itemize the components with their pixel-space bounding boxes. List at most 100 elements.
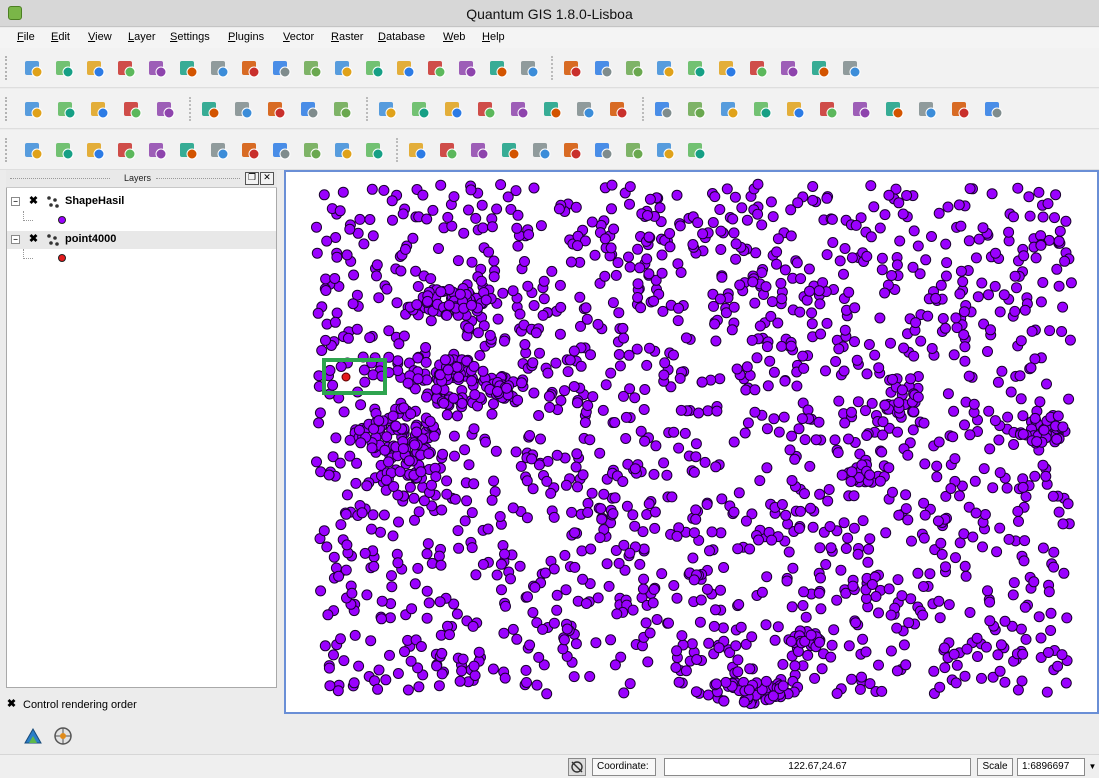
map-point[interactable]: [863, 543, 875, 555]
database-icon[interactable]: [561, 57, 583, 79]
map-point[interactable]: [693, 407, 705, 419]
map-point[interactable]: [933, 595, 945, 607]
map-point[interactable]: [915, 335, 927, 347]
map-point[interactable]: [469, 670, 481, 681]
map-point[interactable]: [613, 557, 625, 569]
new-shapefile-icon[interactable]: [425, 57, 447, 79]
map-point[interactable]: [994, 306, 1006, 318]
map-point[interactable]: [528, 300, 540, 311]
map-point[interactable]: [734, 279, 746, 291]
map-point[interactable]: [557, 643, 569, 655]
map-point[interactable]: [1035, 632, 1047, 644]
map-point[interactable]: [885, 645, 897, 657]
map-tips-icon[interactable]: [592, 139, 614, 161]
map-point[interactable]: [507, 502, 519, 514]
gps-icon[interactable]: [121, 98, 143, 120]
add-wms-layer-icon[interactable]: [363, 57, 385, 79]
map-point[interactable]: [510, 446, 522, 458]
map-point[interactable]: [587, 391, 599, 403]
map-point[interactable]: [1053, 235, 1065, 247]
map-point[interactable]: [349, 629, 361, 641]
map-point[interactable]: [606, 203, 617, 215]
map-point[interactable]: [613, 349, 625, 360]
map-point[interactable]: [825, 651, 837, 663]
map-point[interactable]: [984, 443, 996, 455]
map-point[interactable]: [740, 515, 752, 527]
add-raster-layer-icon[interactable]: [239, 57, 261, 79]
map-point[interactable]: [361, 480, 373, 492]
map-point[interactable]: [648, 468, 660, 480]
map-point[interactable]: [874, 475, 886, 487]
menu-vector[interactable]: Vector: [283, 31, 314, 43]
map-point[interactable]: [706, 526, 718, 538]
map-point[interactable]: [883, 189, 895, 201]
map-point[interactable]: [746, 631, 758, 643]
map-point[interactable]: [1026, 325, 1038, 337]
map-point[interactable]: [522, 280, 534, 292]
map-point[interactable]: [341, 539, 353, 551]
map-point[interactable]: [934, 612, 946, 624]
map-point[interactable]: [629, 463, 641, 475]
map-point[interactable]: [456, 397, 468, 409]
map-point[interactable]: [749, 406, 761, 418]
map-point[interactable]: [701, 499, 713, 510]
map-point[interactable]: [387, 410, 399, 422]
map-point[interactable]: [945, 483, 957, 494]
map-point[interactable]: [814, 488, 826, 500]
map-point[interactable]: [823, 484, 835, 495]
map-point[interactable]: [877, 429, 889, 441]
map-point[interactable]: [393, 338, 405, 350]
map-point[interactable]: [887, 373, 898, 385]
map-point[interactable]: [533, 410, 545, 421]
map-point[interactable]: [780, 509, 792, 521]
map-point[interactable]: [392, 668, 404, 679]
map-point[interactable]: [384, 612, 396, 624]
map-point[interactable]: [1037, 542, 1049, 554]
map-point[interactable]: [994, 665, 1006, 677]
map-point[interactable]: [480, 436, 491, 448]
toolbar-grip[interactable]: [5, 97, 9, 121]
map-point[interactable]: [421, 213, 433, 225]
map-point[interactable]: [709, 191, 721, 203]
map-point[interactable]: [840, 543, 852, 554]
map-point[interactable]: [459, 515, 471, 527]
map-point[interactable]: [707, 217, 719, 228]
map-point[interactable]: [364, 214, 376, 225]
map-point[interactable]: [970, 507, 982, 519]
rotate-point-icon[interactable]: [363, 139, 385, 161]
map-point[interactable]: [710, 335, 722, 347]
map-point[interactable]: [771, 258, 782, 270]
map-point[interactable]: [671, 530, 683, 542]
map-point[interactable]: [319, 640, 331, 652]
map-point[interactable]: [883, 583, 895, 595]
map-point[interactable]: [320, 334, 331, 346]
map-point[interactable]: [814, 636, 825, 648]
map-point[interactable]: [420, 342, 432, 353]
map-point[interactable]: [472, 327, 484, 339]
map-point[interactable]: [376, 613, 387, 625]
map-point[interactable]: [623, 349, 635, 361]
map-point[interactable]: [409, 578, 421, 590]
map-point[interactable]: [499, 548, 510, 560]
map-point[interactable]: [324, 364, 336, 376]
map-point[interactable]: [813, 416, 825, 428]
map-point[interactable]: [1014, 370, 1026, 382]
map-point[interactable]: [594, 447, 606, 459]
map-point[interactable]: [387, 214, 398, 226]
map-point[interactable]: [1060, 677, 1072, 689]
map-point[interactable]: [570, 461, 582, 473]
map-point[interactable]: [699, 456, 711, 468]
map-point[interactable]: [680, 332, 692, 344]
menu-view[interactable]: View: [88, 31, 112, 43]
map-point[interactable]: [879, 399, 891, 411]
map-point[interactable]: [799, 488, 810, 500]
map-point[interactable]: [918, 417, 930, 429]
map-point[interactable]: [776, 340, 788, 352]
map-point[interactable]: [486, 408, 498, 420]
map-point[interactable]: [461, 495, 473, 507]
map-point[interactable]: [412, 373, 424, 385]
map-point[interactable]: [470, 212, 482, 224]
map-point[interactable]: [639, 435, 651, 447]
map-point[interactable]: [984, 615, 996, 627]
map-point[interactable]: [433, 243, 444, 254]
